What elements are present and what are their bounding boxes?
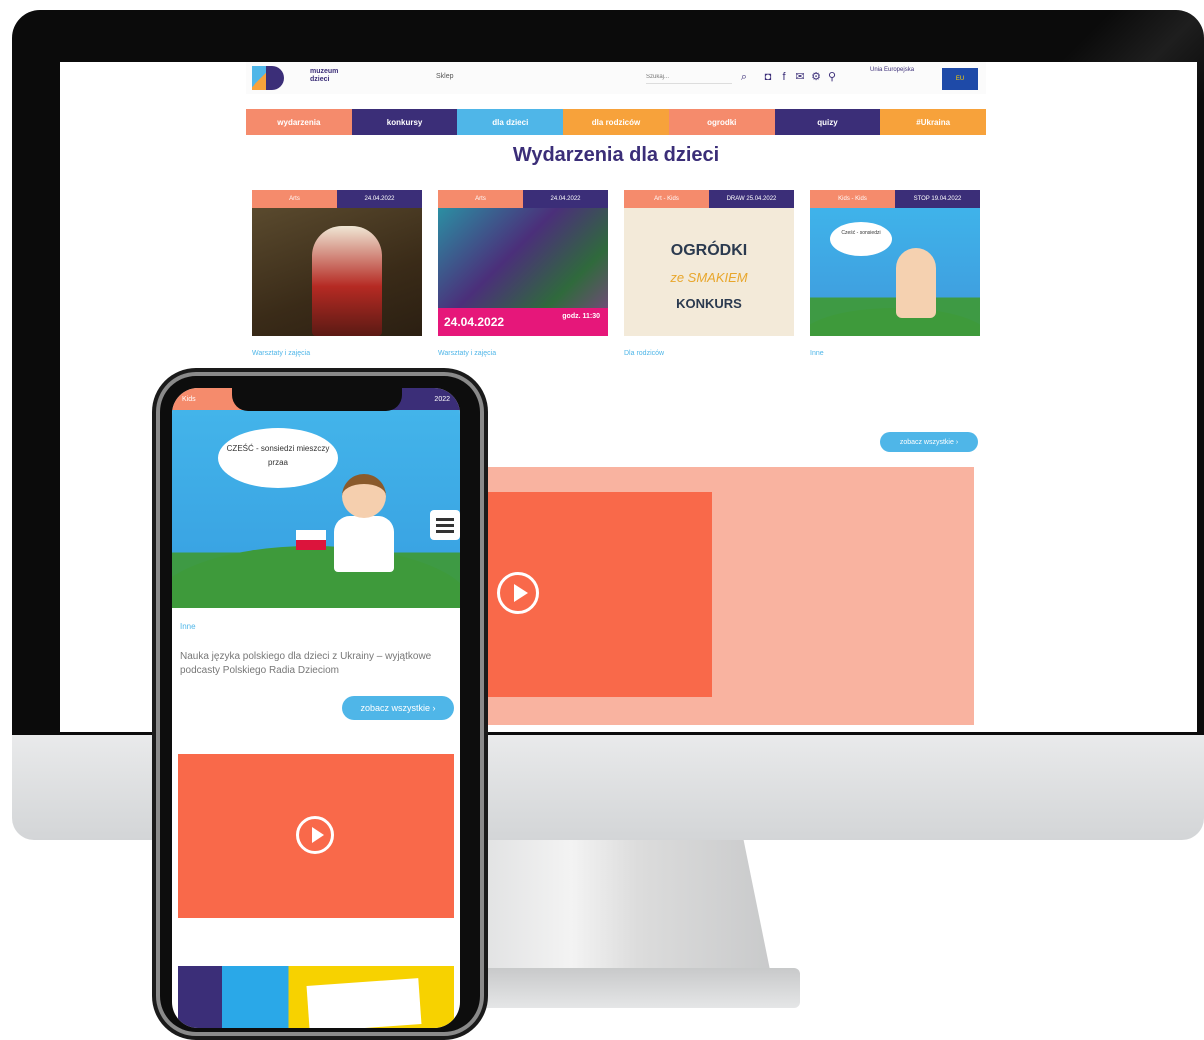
banner-date: 24.04.2022 [444, 315, 505, 329]
monitor-stand [440, 840, 770, 970]
event-card[interactable]: Art - Kids DRAW 25.04.2022 OGRÓDKI ze SM… [624, 190, 794, 371]
figure-illustration [312, 226, 382, 336]
child-illustration [896, 248, 936, 318]
menu-item-wydarzenia[interactable]: wydarzenia [246, 109, 352, 135]
image-title-line: ze SMAKIEM [670, 270, 748, 285]
menu-item-dla-rodzicow[interactable]: dla rodziców [563, 109, 669, 135]
hamburger-menu-icon[interactable] [430, 510, 460, 540]
menu-item-quizy[interactable]: quizy [774, 109, 881, 135]
logo-text: muzeum dzieci [310, 68, 339, 83]
image-title-line: KONKURS [676, 296, 742, 311]
hill-illustration [810, 308, 980, 336]
card-tag: Arts [252, 190, 337, 208]
eu-flag: EU [942, 68, 978, 90]
card-date: DRAW 25.04.2022 [709, 190, 794, 208]
paper-card-illustration [306, 978, 422, 1028]
logo-d-mark [266, 66, 284, 90]
main-menu: wydarzenia konkursy dla dzieci dla rodzi… [246, 109, 987, 135]
instagram-icon[interactable]: ◘ [762, 71, 774, 83]
card-category[interactable]: Dla rodziców [624, 350, 794, 357]
top-bar: muzeum dzieci Sklep ⌕ ◘ f ✉ ⚙ ⚲ Unia Eur… [246, 62, 986, 94]
child-head-illustration [342, 474, 386, 518]
card-tag: Kids - Kids [810, 190, 895, 208]
image-title-line: OGRÓDKI [670, 242, 748, 259]
top-link-shop[interactable]: Sklep [436, 73, 454, 80]
menu-item-konkursy[interactable]: konkursy [351, 109, 458, 135]
see-all-button[interactable]: zobacz wszystkie › [880, 432, 978, 452]
phone-next-card[interactable] [178, 966, 454, 1028]
card-image[interactable]: 24.04.2022 godz. 11:30 [438, 208, 608, 336]
phone-see-all-button[interactable]: zobacz wszystkie › [342, 696, 454, 720]
event-card[interactable]: Arts 24.04.2022 Warsztaty i zajęcia [252, 190, 422, 371]
menu-item-ogrodki[interactable]: ogrodki [668, 109, 775, 135]
section-title: Wydarzenia dla dzieci [512, 144, 720, 166]
card-tag: Art - Kids [624, 190, 709, 208]
speech-bubble: CZEŚĆ - sonsiedzi mieszczy przaa [218, 428, 338, 488]
facebook-icon[interactable]: f [778, 71, 790, 83]
phone-card-description: Nauka języka polskiego dla dzieci z Ukra… [180, 651, 432, 676]
phone-screen: Kids 2022 CZEŚĆ - sonsiedzi mieszczy prz… [172, 388, 460, 1028]
card-tags: Kids - Kids STOP 19.04.2022 [810, 190, 980, 208]
email-icon[interactable]: ✉ [794, 71, 806, 83]
menu-item-dla-dzieci[interactable]: dla dzieci [457, 109, 564, 135]
card-tag: Arts [438, 190, 523, 208]
play-icon[interactable] [497, 572, 539, 614]
menu-item-ukraina[interactable]: #Ukraina [880, 109, 987, 135]
card-category[interactable]: Warsztaty i zajęcia [252, 350, 422, 357]
card-tags: Art - Kids DRAW 25.04.2022 [624, 190, 794, 208]
event-card[interactable]: Kids - Kids STOP 19.04.2022 Cześć - sons… [810, 190, 980, 371]
phone-notch [232, 383, 402, 411]
play-icon[interactable] [296, 816, 334, 854]
eu-text: Unia Europejska [870, 67, 915, 73]
card-image[interactable]: Cześć - sonsiedzi [810, 208, 980, 336]
search-input[interactable] [646, 71, 732, 84]
phone-card-image[interactable]: CZEŚĆ - sonsiedzi mieszczy przaa [172, 410, 460, 608]
speech-bubble: Cześć - sonsiedzi [830, 222, 892, 256]
settings-icon[interactable]: ⚙ [810, 71, 822, 83]
card-category[interactable]: Inne [810, 350, 980, 357]
card-image[interactable]: OGRÓDKI ze SMAKIEM KONKURS [624, 208, 794, 336]
event-card[interactable]: Arts 24.04.2022 24.04.2022 godz. 11:30 W… [438, 190, 608, 371]
search-icon[interactable]: ⌕ [738, 71, 750, 83]
date-banner: 24.04.2022 godz. 11:30 [438, 308, 608, 336]
site-logo[interactable] [252, 66, 284, 90]
card-tags: Arts 24.04.2022 [438, 190, 608, 208]
card-date: 24.04.2022 [523, 190, 608, 208]
card-date: 24.04.2022 [337, 190, 422, 208]
banner-hour: godz. 11:30 [562, 313, 600, 320]
card-date: STOP 19.04.2022 [895, 190, 980, 208]
card-tags: Arts 24.04.2022 [252, 190, 422, 208]
phone-card-category[interactable]: Inne [180, 622, 196, 631]
key-icon[interactable]: ⚲ [826, 71, 838, 83]
phone-video-player[interactable] [178, 754, 454, 918]
card-image[interactable] [252, 208, 422, 336]
child-illustration [334, 516, 394, 572]
polish-flag-icon [296, 530, 326, 550]
hill-illustration [172, 546, 460, 608]
card-category[interactable]: Warsztaty i zajęcia [438, 350, 608, 357]
